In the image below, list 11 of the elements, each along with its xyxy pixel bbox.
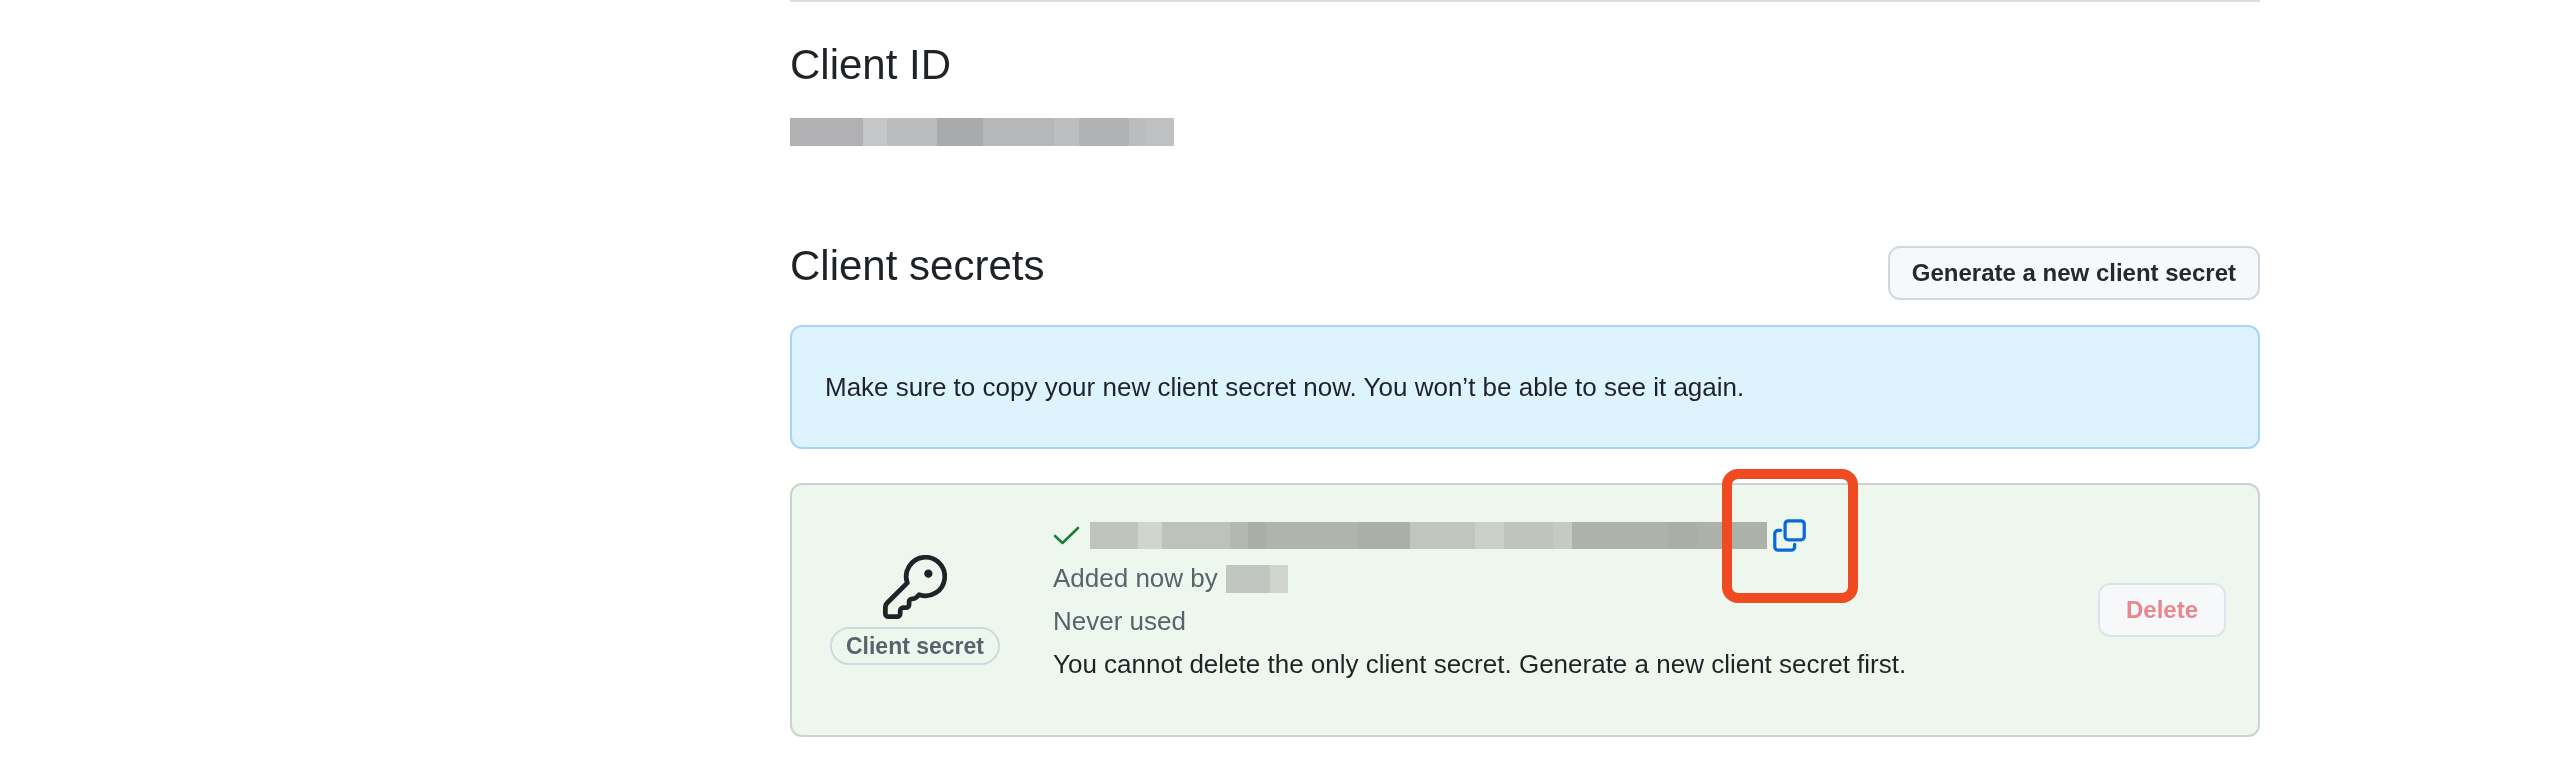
generate-secret-button[interactable]: Generate a new client secret xyxy=(1887,246,2260,300)
warning-text: You cannot delete the only client secret. Generate a new client secret first. xyxy=(1053,648,1908,681)
section-heading: Client secrets xyxy=(790,241,1045,291)
copy-icon[interactable] xyxy=(1773,519,1806,552)
added-by-text: Added now by xyxy=(1053,562,1218,595)
secret-type-label: Client secret xyxy=(829,627,1001,665)
notice-text: Make sure to copy your new client secret now. You won’t be able to see it again. xyxy=(825,371,1745,404)
redaction-drawing xyxy=(1225,564,1288,593)
usage-text: Never used xyxy=(1053,605,1187,638)
key-icon xyxy=(883,555,947,619)
section-heading: Client ID xyxy=(790,40,953,90)
